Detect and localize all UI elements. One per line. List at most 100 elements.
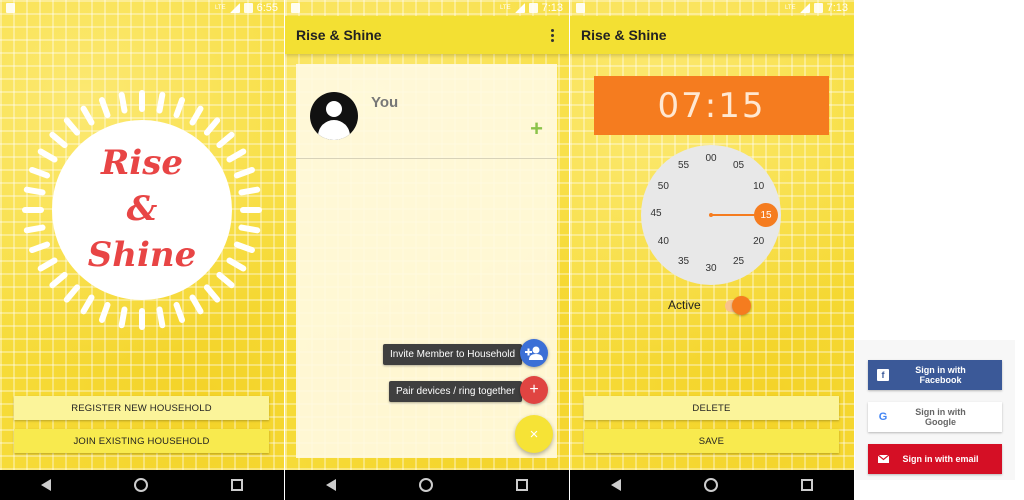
sun-ray (98, 301, 112, 324)
active-label: Active (668, 298, 701, 312)
app-bar: Rise & Shine (570, 16, 854, 54)
logo-line-rise: Rise (101, 143, 183, 183)
sun-ray (202, 283, 222, 304)
sun-ray (202, 116, 222, 137)
lte-icon: LTE (785, 5, 796, 11)
add-member-icon[interactable]: + (530, 118, 543, 140)
status-time: 6:55 (256, 2, 278, 14)
sun-ray (188, 104, 205, 127)
recent-apps-icon[interactable] (230, 479, 243, 491)
sun-ray (118, 91, 128, 115)
battery-icon (243, 3, 253, 13)
delete-button[interactable]: DELETE (584, 396, 839, 420)
plus-icon[interactable]: + (520, 376, 548, 404)
google-icon: G (878, 411, 888, 423)
dial-number[interactable]: 00 (701, 153, 721, 164)
nav-bar (0, 470, 284, 500)
alarm-time-display[interactable]: 07:15 (594, 76, 829, 135)
dial-selected-minute[interactable]: 15 (754, 203, 778, 227)
home-icon[interactable] (418, 478, 433, 492)
sun-ray (172, 301, 186, 324)
email-sign-in-button[interactable]: Sign in with email (868, 444, 1002, 474)
pair-devices-label[interactable]: Pair devices / ring together (389, 381, 522, 402)
sun-ray (139, 308, 145, 330)
dial-number[interactable]: 40 (653, 236, 673, 247)
status-time: 7:13 (826, 2, 848, 14)
welcome-screen: LTE 6:55 Rise & Shine REGISTER NEW HOUSE… (0, 0, 284, 500)
sun-ray (98, 96, 112, 119)
app-bar: Rise & Shine (285, 16, 569, 54)
sun-ray (139, 90, 145, 112)
register-household-button[interactable]: REGISTER NEW HOUSEHOLD (14, 396, 269, 420)
sd-card-icon (6, 3, 15, 13)
signal-icon (229, 3, 240, 13)
app-title: Rise & Shine (296, 27, 382, 43)
signal-icon (514, 3, 525, 13)
member-row[interactable]: You + (296, 64, 557, 159)
join-household-button[interactable]: JOIN EXISTING HOUSEHOLD (14, 429, 269, 453)
sun-ray (79, 293, 96, 316)
minute-dial[interactable]: 00 05 10 15 20 25 30 35 40 45 50 55 (641, 145, 781, 285)
logo-line-shine: Shine (87, 235, 197, 275)
recent-apps-icon[interactable] (800, 479, 813, 491)
close-fab-button[interactable]: × (515, 415, 553, 453)
member-name: You (371, 94, 399, 111)
battery-icon (528, 3, 538, 13)
dial-number[interactable]: 35 (674, 256, 694, 267)
facebook-sign-in-button[interactable]: f Sign in with Facebook (868, 360, 1002, 390)
status-bar: LTE 7:13 (285, 0, 569, 16)
facebook-icon: f (877, 369, 889, 381)
app-logo-text: Rise & Shine (0, 140, 284, 278)
logo-line-ampersand: & (126, 189, 158, 229)
sun-ray (156, 305, 166, 329)
google-sign-in-button[interactable]: G Sign in with Google (868, 402, 1002, 432)
back-icon[interactable] (326, 479, 337, 491)
household-screen: LTE 7:13 Rise & Shine You + Invite Membe… (285, 0, 569, 500)
dial-center (709, 213, 713, 217)
sun-ray (62, 116, 82, 137)
back-icon[interactable] (611, 479, 622, 491)
email-icon (877, 453, 889, 465)
dial-number[interactable]: 05 (729, 160, 749, 171)
nav-bar (570, 470, 854, 500)
app-title: Rise & Shine (581, 27, 667, 43)
sd-card-icon (576, 3, 585, 13)
dial-number[interactable]: 45 (646, 208, 666, 219)
recent-apps-icon[interactable] (515, 479, 528, 491)
status-bar: LTE 6:55 (0, 0, 284, 16)
sun-ray (188, 293, 205, 316)
email-sign-in-label: Sign in with email (902, 454, 979, 464)
dial-number[interactable]: 20 (749, 236, 769, 247)
battery-icon (813, 3, 823, 13)
facebook-sign-in-label: Sign in with Facebook (915, 365, 966, 385)
dial-number[interactable]: 25 (729, 256, 749, 267)
dial-number[interactable]: 55 (674, 160, 694, 171)
home-icon[interactable] (133, 478, 148, 492)
sun-ray (118, 305, 128, 329)
active-switch-knob[interactable] (732, 296, 751, 315)
back-icon[interactable] (41, 479, 52, 491)
lte-icon: LTE (500, 5, 511, 11)
google-sign-in-label: Sign in with Google (915, 407, 966, 427)
status-time: 7:13 (541, 2, 563, 14)
dial-number[interactable]: 10 (749, 181, 769, 192)
dial-number[interactable]: 30 (701, 263, 721, 274)
alarm-edit-screen: LTE 7:13 Rise & Shine 07:15 00 05 10 15 20 25… (570, 0, 854, 500)
nav-bar (285, 470, 569, 500)
lte-icon: LTE (215, 5, 226, 11)
sign-in-panel: f Sign in with Facebook G Sign in with G… (855, 340, 1015, 480)
sd-card-icon (291, 3, 300, 13)
avatar-icon (310, 92, 358, 140)
sun-ray (79, 104, 96, 127)
sun-ray (156, 91, 166, 115)
home-icon[interactable] (703, 478, 718, 492)
invite-member-label[interactable]: Invite Member to Household (383, 344, 523, 365)
sun-ray (62, 283, 82, 304)
add-person-icon[interactable] (520, 339, 548, 367)
signal-icon (799, 3, 810, 13)
sun-ray (172, 96, 186, 119)
status-bar: LTE 7:13 (570, 0, 854, 16)
overflow-menu-icon[interactable] (547, 25, 558, 46)
save-button[interactable]: SAVE (584, 429, 839, 453)
dial-number[interactable]: 50 (653, 181, 673, 192)
